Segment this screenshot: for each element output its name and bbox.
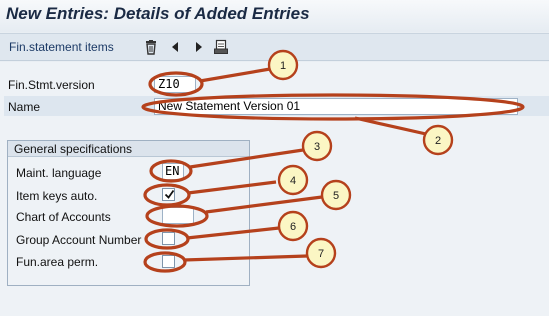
highlight-ellipse — [144, 228, 190, 250]
callout-number: 7 — [318, 248, 324, 260]
callout-number: 2 — [435, 135, 441, 147]
callout-number: 1 — [280, 60, 286, 72]
callout-number: 5 — [333, 190, 339, 202]
callout-line — [183, 254, 308, 262]
callout-number: 6 — [290, 221, 296, 233]
callout-number: 3 — [314, 141, 320, 153]
highlight-ellipse — [143, 183, 191, 207]
callout-line — [186, 226, 280, 240]
highlight-ellipse — [145, 204, 209, 228]
highlight-ellipse — [148, 71, 204, 97]
highlight-ellipse — [141, 93, 525, 121]
callout-line — [354, 116, 427, 136]
callout-line — [199, 67, 271, 83]
callout-number: 4 — [290, 175, 296, 187]
callout-line — [189, 148, 304, 169]
highlight-ellipse — [149, 159, 193, 183]
highlight-ellipse — [143, 251, 187, 273]
callout-line — [205, 195, 323, 214]
callout-line — [187, 180, 277, 195]
annotation-layer: 1 2 3 4 5 6 7 — [141, 49, 525, 273]
